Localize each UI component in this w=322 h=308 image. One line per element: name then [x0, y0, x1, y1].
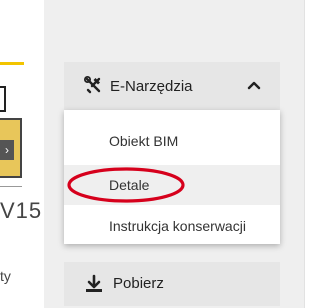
right-margin	[304, 0, 322, 308]
left-text-fragment-1: V15	[0, 198, 43, 223]
carousel-next-icon[interactable]: ›	[0, 140, 14, 160]
download-button[interactable]: Pobierz	[64, 262, 280, 306]
tools-menu-toggle[interactable]: E-Narzędzia	[64, 62, 280, 110]
tools-icon	[84, 76, 102, 94]
bracket-shape	[0, 86, 6, 112]
menu-item-obiekt-bim[interactable]: Obiekt BIM	[64, 121, 280, 161]
menu-item-detale[interactable]: Detale	[64, 165, 280, 205]
menu-item-instrukcja-konserwacji[interactable]: Instrukcja konserwacji	[64, 206, 280, 246]
left-text-fragment-2: ty	[0, 268, 11, 284]
right-panel-border	[304, 0, 305, 308]
left-page-content: › V15 ty	[0, 0, 41, 308]
chevron-up-icon	[246, 78, 262, 92]
divider	[0, 186, 22, 187]
yellow-accent-line	[0, 62, 24, 65]
tools-menu-label: E-Narzędzia	[110, 78, 193, 95]
tools-dropdown-menu: Obiekt BIM Detale Instrukcja konserwacji	[64, 110, 280, 244]
download-label: Pobierz	[113, 275, 164, 292]
download-icon	[84, 274, 104, 294]
